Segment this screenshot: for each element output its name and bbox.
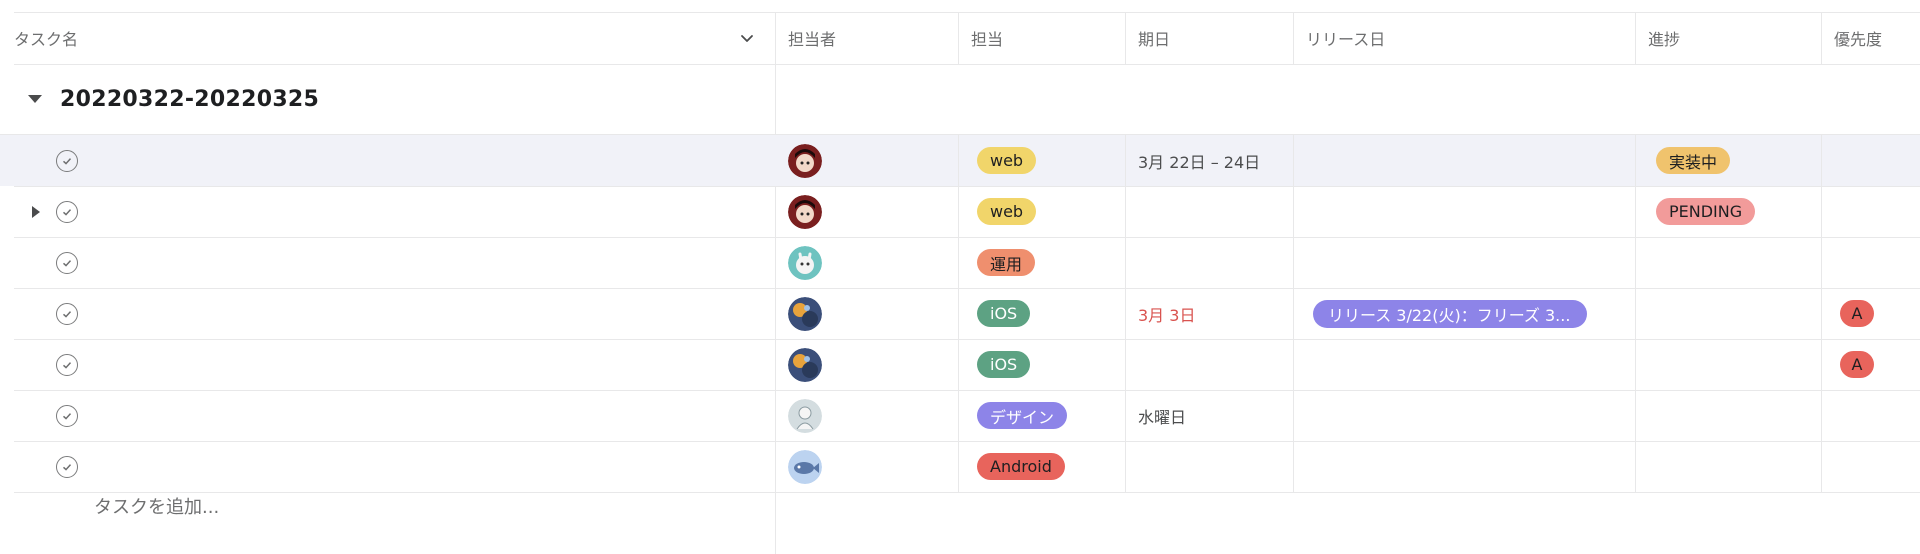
due-date[interactable]: 水曜日 xyxy=(1138,404,1186,428)
table-row[interactable]: Android xyxy=(0,441,1920,492)
tag-pill[interactable]: 運用 xyxy=(977,249,1036,276)
column-header-due-date[interactable]: 期日 xyxy=(1138,12,1170,64)
tag-pill[interactable]: デザイン xyxy=(977,402,1068,429)
check-circle-icon[interactable] xyxy=(56,200,78,223)
check-circle-icon[interactable] xyxy=(56,149,78,172)
table-row[interactable]: デザイン 水曜日 xyxy=(0,390,1920,441)
avatar[interactable] xyxy=(788,296,822,331)
column-header-task-name-label: タスク名 xyxy=(14,30,79,49)
caret-down-icon[interactable] xyxy=(28,95,42,103)
column-divider xyxy=(958,12,959,64)
caret-right-icon[interactable] xyxy=(32,205,40,218)
due-date[interactable]: 3月 3日 xyxy=(1138,302,1195,326)
section-title[interactable]: 20220322-20220325 xyxy=(60,87,319,112)
column-header-task-name[interactable]: タスク名 xyxy=(14,12,775,64)
priority-pill[interactable]: A xyxy=(1840,351,1874,378)
column-divider xyxy=(1635,135,1636,492)
check-circle-icon[interactable] xyxy=(56,455,78,478)
column-divider xyxy=(1125,135,1126,492)
check-circle-icon[interactable] xyxy=(56,302,78,325)
column-header-assignee[interactable]: 担当者 xyxy=(788,12,836,64)
table-row[interactable]: 運用 xyxy=(0,237,1920,288)
table-row[interactable]: web PENDING xyxy=(0,186,1920,237)
progress-pill[interactable]: 実装中 xyxy=(1656,147,1731,174)
row-divider xyxy=(14,492,1920,493)
avatar[interactable] xyxy=(788,194,822,229)
tag-pill[interactable]: web xyxy=(977,198,1037,225)
avatar[interactable] xyxy=(788,347,822,382)
due-date[interactable]: 3月 22日 – 24日 xyxy=(1138,149,1260,173)
column-divider xyxy=(1635,12,1636,64)
table-row[interactable]: web 3月 22日 – 24日 実装中 xyxy=(0,135,1920,186)
column-divider xyxy=(958,135,959,492)
priority-pill[interactable]: A xyxy=(1840,300,1874,327)
table-row[interactable]: iOS 3月 3日 リリース 3/22(火)：フリーズ 3... A xyxy=(0,288,1920,339)
chevron-down-icon[interactable] xyxy=(739,30,755,50)
avatar[interactable] xyxy=(788,245,822,280)
tag-pill[interactable]: iOS xyxy=(977,300,1031,327)
avatar[interactable] xyxy=(788,398,822,433)
column-header-priority[interactable]: 優先度 xyxy=(1834,12,1882,64)
column-header-progress[interactable]: 進捗 xyxy=(1648,12,1680,64)
release-pill[interactable]: リリース 3/22(火)：フリーズ 3... xyxy=(1313,299,1587,328)
progress-pill[interactable]: PENDING xyxy=(1656,198,1756,225)
add-task-button[interactable]: タスクを追加... xyxy=(94,493,219,519)
tag-pill[interactable]: web xyxy=(977,147,1037,174)
column-divider xyxy=(1821,12,1822,64)
check-circle-icon[interactable] xyxy=(56,251,78,274)
column-divider xyxy=(1821,135,1822,492)
avatar[interactable] xyxy=(788,449,822,484)
table-row[interactable]: iOS A xyxy=(0,339,1920,390)
column-divider xyxy=(1293,135,1294,492)
check-circle-icon[interactable] xyxy=(56,404,78,427)
tag-pill[interactable]: Android xyxy=(977,453,1065,480)
column-header-release-date[interactable]: リリース日 xyxy=(1306,12,1385,64)
column-header-tag[interactable]: 担当 xyxy=(971,12,1003,64)
tag-pill[interactable]: iOS xyxy=(977,351,1031,378)
check-circle-icon[interactable] xyxy=(56,353,78,376)
avatar[interactable] xyxy=(788,143,822,178)
column-divider xyxy=(1293,12,1294,64)
column-divider xyxy=(1125,12,1126,64)
section-header[interactable]: 20220322-20220325 xyxy=(0,64,319,134)
